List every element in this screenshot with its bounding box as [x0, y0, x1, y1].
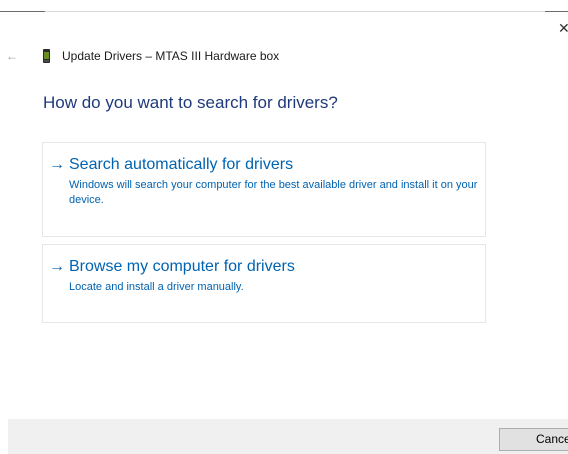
- arrow-right-icon: →: [49, 156, 65, 173]
- dialog-footer: [8, 419, 568, 454]
- browse-computer-option[interactable]: → Browse my computer for drivers Locate a…: [42, 244, 486, 323]
- search-automatically-label: Search automatically for drivers: [69, 156, 294, 173]
- arrow-right-icon: →: [49, 258, 65, 275]
- browse-computer-title: → Browse my computer for drivers: [49, 256, 295, 278]
- browse-computer-description: Locate and install a driver manually.: [69, 281, 244, 293]
- back-arrow-icon[interactable]: ←: [6, 50, 20, 62]
- browse-computer-label: Browse my computer for drivers: [69, 258, 295, 275]
- title-bar-edge: [45, 11, 545, 12]
- search-automatically-option[interactable]: → Search automatically for drivers Window…: [42, 142, 486, 237]
- cancel-button[interactable]: Cancel: [499, 428, 568, 451]
- close-icon[interactable]: ✕: [558, 21, 568, 35]
- title-bar-edge-right: [545, 11, 568, 12]
- search-automatically-title: → Search automatically for drivers: [49, 154, 293, 176]
- page-heading: How do you want to search for drivers?: [43, 93, 338, 112]
- title-bar-edge-left: [0, 11, 45, 12]
- hardware-device-icon: [42, 49, 51, 63]
- search-automatically-description: Windows will search your computer for th…: [69, 179, 478, 206]
- window-title: Update Drivers – MTAS III Hardware box: [62, 49, 280, 63]
